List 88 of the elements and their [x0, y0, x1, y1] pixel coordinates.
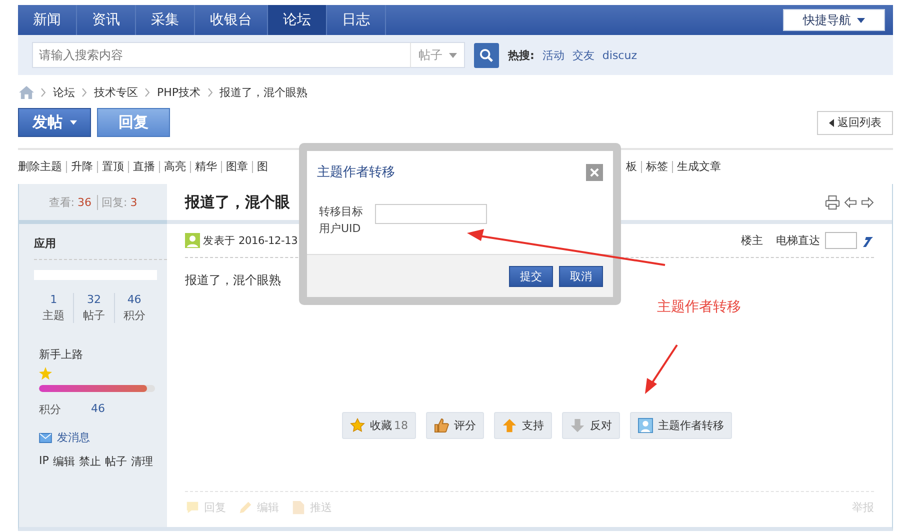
search-button[interactable] — [474, 42, 499, 68]
admin-link[interactable]: 图 — [252, 161, 272, 173]
admin-link[interactable]: 生成文章 — [672, 161, 725, 173]
admin-link[interactable]: 高亮 — [159, 161, 190, 173]
breadcrumb-link[interactable]: 技术专区 — [94, 84, 138, 100]
admin-tool-link[interactable]: 编辑 — [52, 454, 75, 469]
rank-label: 新手上路 — [39, 347, 84, 362]
document-icon — [291, 500, 306, 515]
nav-tab[interactable]: 论坛 — [268, 5, 327, 35]
admin-tool-link[interactable]: 清理 — [130, 454, 153, 469]
printer-icon[interactable] — [825, 194, 840, 210]
admin-link[interactable]: 标签 — [641, 161, 672, 173]
oppose-button[interactable]: 反对 — [562, 412, 620, 439]
admin-link[interactable]: 升降 — [66, 161, 97, 173]
chevron-icon — [145, 88, 150, 96]
views-count: 36 — [78, 196, 92, 208]
avatar-icon — [185, 233, 200, 248]
up-arrow-icon — [502, 418, 517, 433]
speech-bubble-icon — [185, 500, 200, 515]
hot-search-link[interactable]: 活动 — [542, 48, 564, 62]
post-body: 报道了，混个眼熟 — [185, 272, 281, 289]
submit-button[interactable]: 提交 — [509, 266, 553, 286]
chevron-icon — [41, 88, 46, 96]
admin-link[interactable]: 直播 — [128, 161, 159, 173]
hot-search-label: 热搜: — [508, 48, 534, 62]
floor-jump-field[interactable] — [825, 232, 857, 249]
caret-icon — [70, 120, 76, 125]
thumbs-up-icon — [434, 418, 449, 433]
back-to-list-button[interactable]: 返回列表 — [817, 110, 893, 134]
breadcrumb-link[interactable]: 论坛 — [53, 84, 75, 100]
stat-value[interactable]: 32 — [86, 293, 101, 306]
views-label: 查看: — [48, 194, 74, 210]
admin-tool-link[interactable]: 禁止 — [78, 454, 101, 469]
left-arrow-icon[interactable] — [844, 196, 857, 208]
field-label: 用户UID — [319, 221, 362, 236]
envelope-icon — [39, 432, 52, 442]
search-field[interactable]: 请输入搜索内容 — [32, 42, 410, 68]
transfer-button[interactable]: 主题作者转移 — [630, 412, 732, 439]
right-arrow-icon[interactable] — [861, 196, 874, 208]
points-value: 46 — [91, 402, 105, 417]
admin-link[interactable]: 板 — [622, 161, 641, 173]
down-arrow-icon — [570, 418, 585, 433]
send-message-link[interactable]: 发消息 — [57, 430, 90, 445]
favorite-button[interactable]: 收藏 18 — [342, 412, 416, 439]
stat-value[interactable]: 1 — [50, 293, 58, 306]
breadcrumb-current[interactable]: 报道了，混个眼熟 — [220, 84, 308, 100]
replies-label: 回复: — [96, 194, 128, 210]
rate-button[interactable]: 评分 — [426, 412, 484, 439]
section-title: 应用 — [34, 236, 167, 260]
annotation-arrow — [645, 344, 678, 394]
new-post-button[interactable]: 发帖 — [18, 108, 91, 137]
caret-icon — [448, 52, 456, 58]
stat-label: 帖子 — [82, 308, 105, 323]
close-button[interactable] — [586, 164, 603, 180]
hot-search-link[interactable]: discuz — [602, 48, 637, 62]
admin-link[interactable]: 图章 — [221, 161, 252, 173]
chevron-icon — [208, 88, 213, 96]
annotation-text: 主题作者转移 — [657, 298, 741, 316]
dialog-title: 主题作者转移 — [317, 164, 395, 181]
support-button[interactable]: 支持 — [494, 412, 552, 439]
admin-link[interactable]: 置顶 — [97, 161, 128, 173]
admin-link[interactable]: 删除主题 — [18, 161, 66, 173]
jump-label: 电梯直达 — [776, 233, 820, 248]
quick-nav-button[interactable]: 快捷导航 — [783, 9, 885, 31]
op-label: 楼主 — [741, 233, 763, 248]
chevron-icon — [82, 88, 87, 96]
stat-label: 主题 — [42, 308, 65, 323]
stat-label: 积分 — [123, 308, 146, 323]
points-label: 积分 — [39, 402, 61, 417]
replies-count: 3 — [130, 196, 138, 208]
thread-title: 报道了，混个眼 — [185, 192, 290, 212]
field-label: 转移目标 — [319, 204, 363, 219]
close-icon — [590, 168, 599, 176]
user-icon — [638, 418, 653, 433]
left-triangle-icon — [828, 118, 834, 126]
caret-icon — [857, 18, 865, 22]
cancel-button[interactable]: 取消 — [559, 266, 603, 286]
pencil-icon — [238, 500, 253, 515]
post-date: 发表于 2016-12-13 — [203, 234, 298, 248]
admin-tool-link[interactable]: IP — [39, 454, 49, 469]
search-icon — [479, 48, 494, 62]
stat-value[interactable]: 46 — [127, 293, 142, 306]
admin-link[interactable]: 精华 — [190, 161, 221, 173]
admin-tool-link[interactable]: 帖子 — [104, 454, 127, 469]
hot-search-link[interactable]: 交友 — [572, 48, 594, 62]
star-icon — [350, 418, 365, 433]
breadcrumb-link[interactable]: PHP技术 — [157, 84, 201, 100]
uid-field[interactable] — [375, 204, 487, 224]
